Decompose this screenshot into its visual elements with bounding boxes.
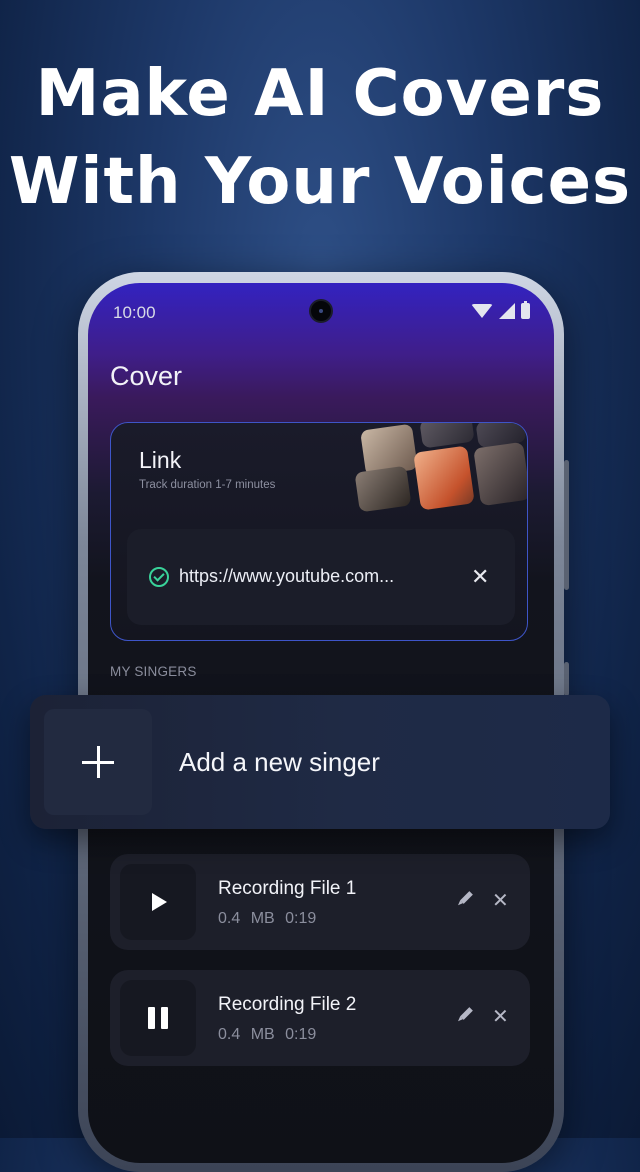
url-input-value[interactable]: https://www.youtube.com... xyxy=(179,566,394,587)
add-singer-thumb xyxy=(44,709,152,815)
recording-size: 0.4 MB xyxy=(218,910,275,927)
url-input[interactable]: https://www.youtube.com... ✕ xyxy=(127,529,515,625)
singer-photo-collage xyxy=(354,423,527,513)
recording-duration: 0:19 xyxy=(285,910,317,927)
delete-icon[interactable]: ✕ xyxy=(492,1007,509,1027)
recording-meta: 0.4 MB 0:19 xyxy=(218,910,316,928)
add-singer-label: Add a new singer xyxy=(179,747,380,777)
section-label-my-singers: MY SINGERS xyxy=(110,664,197,679)
singer-photo xyxy=(473,441,527,507)
link-subtitle: Track duration 1-7 minutes xyxy=(139,479,276,491)
play-button[interactable] xyxy=(120,864,196,940)
recording-item[interactable]: Recording File 1 0.4 MB 0:19 ✕ xyxy=(110,854,530,950)
pause-button[interactable] xyxy=(120,980,196,1056)
recording-size: 0.4 MB xyxy=(218,1026,275,1043)
headline-line-1: Make AI Covers xyxy=(35,57,605,131)
status-time: 10:00 xyxy=(113,303,156,322)
singer-photo xyxy=(413,445,475,511)
camera-icon xyxy=(309,299,333,323)
plus-icon xyxy=(97,746,100,778)
recording-name: Recording File 2 xyxy=(218,994,357,1015)
status-icons xyxy=(471,301,530,319)
edit-icon[interactable] xyxy=(460,891,473,904)
delete-icon[interactable]: ✕ xyxy=(492,891,509,911)
edit-icon[interactable] xyxy=(460,1007,473,1020)
wifi-icon xyxy=(471,304,493,318)
battery-icon xyxy=(521,301,530,319)
add-singer-button[interactable]: Add a new singer xyxy=(30,695,610,829)
pause-icon xyxy=(148,1007,170,1029)
recording-meta: 0.4 MB 0:19 xyxy=(218,1026,316,1044)
recording-name: Recording File 1 xyxy=(218,878,357,899)
singer-photo xyxy=(419,423,475,449)
cellular-icon xyxy=(499,303,515,319)
link-title: Link xyxy=(139,447,182,473)
recording-duration: 0:19 xyxy=(285,1026,317,1043)
phone-side-button xyxy=(564,662,569,696)
singer-photo xyxy=(354,465,412,513)
headline-line-2: With Your Voices xyxy=(8,145,632,219)
check-icon xyxy=(149,567,169,587)
screen-title: Cover xyxy=(110,361,183,391)
recording-item[interactable]: Recording File 2 0.4 MB 0:19 ✕ xyxy=(110,970,530,1066)
link-card: Link Track duration 1-7 minutes https://… xyxy=(110,422,528,641)
play-icon xyxy=(152,893,167,911)
clear-url-icon[interactable]: ✕ xyxy=(471,566,489,588)
phone-side-button xyxy=(564,460,569,590)
